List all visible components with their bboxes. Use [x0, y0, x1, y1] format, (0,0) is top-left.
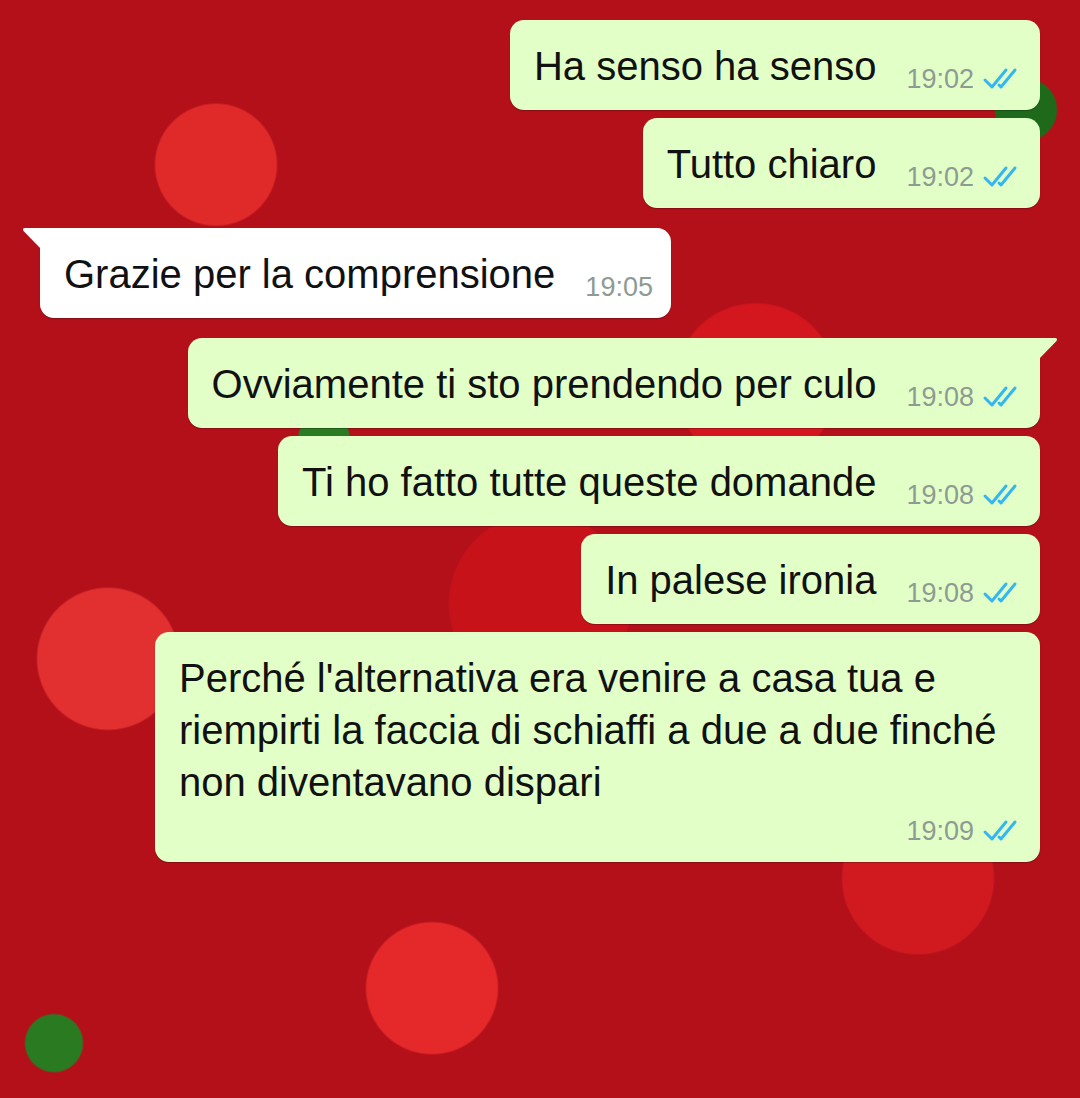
- message-meta: 19:09: [906, 814, 1022, 850]
- message-bubble[interactable]: Ha senso ha senso 19:02: [510, 20, 1040, 110]
- message-time: 19:09: [906, 814, 974, 848]
- message-meta: 19:02: [906, 160, 1022, 196]
- double-check-icon: [982, 164, 1022, 190]
- message-time: 19:02: [906, 160, 974, 194]
- double-check-icon: [982, 482, 1022, 508]
- message-text: Tutto chiaro: [667, 138, 877, 196]
- message-time: 19:05: [585, 270, 653, 304]
- message-list: Ha senso ha senso 19:02 Tutto chiaro 19:02 G…: [40, 20, 1040, 862]
- message-meta: 19:08: [906, 380, 1022, 416]
- message-time: 19:08: [906, 576, 974, 610]
- message-bubble[interactable]: Perché l'alternativa era venire a casa t…: [155, 632, 1040, 862]
- double-check-icon: [982, 66, 1022, 92]
- double-check-icon: [982, 818, 1022, 844]
- message-bubble[interactable]: Tutto chiaro 19:02: [643, 118, 1040, 208]
- message-time: 19:08: [906, 380, 974, 414]
- message-text: Ovviamente ti sto prendendo per culo: [212, 358, 877, 416]
- message-time: 19:02: [906, 62, 974, 96]
- double-check-icon: [982, 384, 1022, 410]
- message-meta: 19:08: [906, 576, 1022, 612]
- message-time: 19:08: [906, 478, 974, 512]
- double-check-icon: [982, 580, 1022, 606]
- message-row: Tutto chiaro 19:02: [40, 118, 1040, 208]
- message-row: Ha senso ha senso 19:02: [40, 20, 1040, 110]
- message-text: Ha senso ha senso: [534, 40, 876, 98]
- message-bubble[interactable]: In palese ironia 19:08: [581, 534, 1040, 624]
- message-bubble[interactable]: Ovviamente ti sto prendendo per culo 19:0…: [188, 338, 1040, 428]
- bubble-tail: [22, 228, 42, 250]
- message-text: Perché l'alternativa era venire a casa t…: [179, 652, 1022, 814]
- message-meta: 19:05: [585, 270, 653, 306]
- message-meta: 19:02: [906, 62, 1022, 98]
- bubble-tail: [1038, 338, 1058, 360]
- message-row: Grazie per la comprensione 19:05: [40, 228, 1040, 318]
- message-bubble[interactable]: Ti ho fatto tutte queste domande 19:08: [278, 436, 1040, 526]
- message-row: Ti ho fatto tutte queste domande 19:08: [40, 436, 1040, 526]
- message-row: Ovviamente ti sto prendendo per culo 19:0…: [40, 338, 1040, 428]
- chat-wallpaper: Ha senso ha senso 19:02 Tutto chiaro 19:02 G…: [0, 0, 1080, 1098]
- message-bubble[interactable]: Grazie per la comprensione 19:05: [40, 228, 671, 318]
- message-meta: 19:08: [906, 478, 1022, 514]
- message-row: In palese ironia 19:08: [40, 534, 1040, 624]
- message-text: Ti ho fatto tutte queste domande: [302, 456, 876, 514]
- message-text: In palese ironia: [605, 554, 876, 612]
- message-row: Perché l'alternativa era venire a casa t…: [40, 632, 1040, 862]
- message-text: Grazie per la comprensione: [64, 248, 555, 306]
